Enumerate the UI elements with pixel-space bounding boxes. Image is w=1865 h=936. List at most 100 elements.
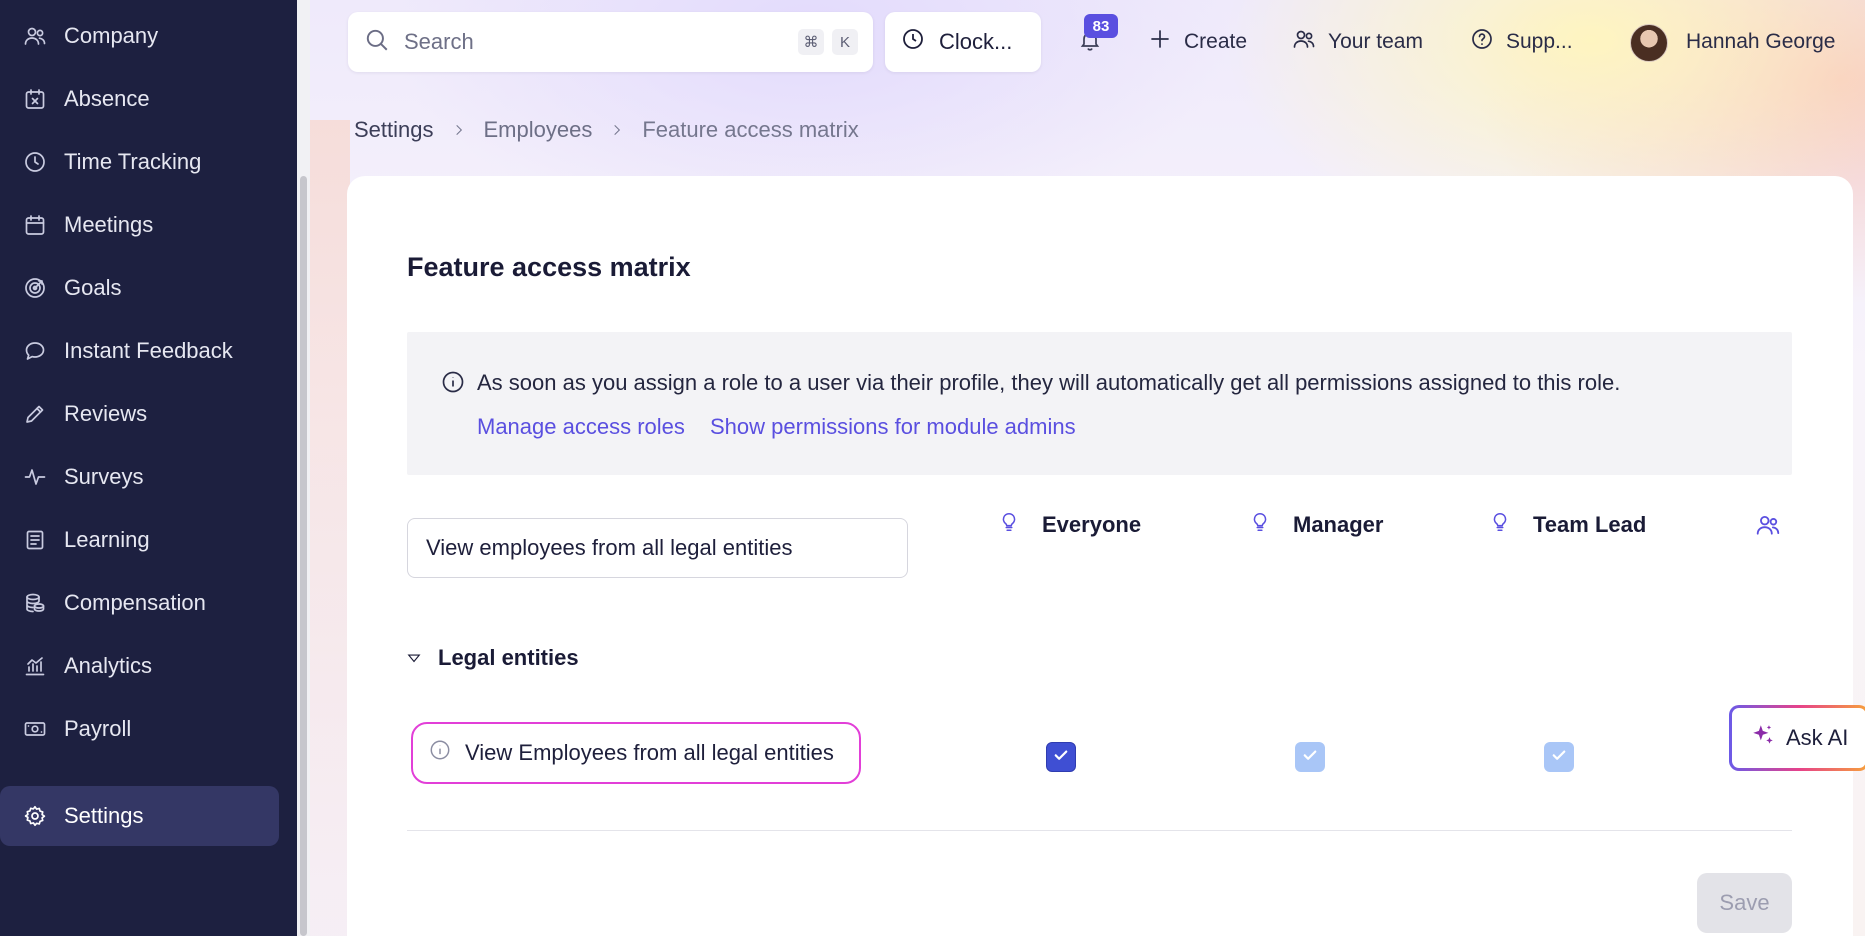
coins-icon bbox=[22, 590, 48, 616]
sidebar-item-meetings[interactable]: Meetings bbox=[0, 195, 279, 255]
checkbox-team-lead[interactable] bbox=[1544, 742, 1574, 772]
sidebar-item-label: Instant Feedback bbox=[64, 338, 233, 363]
info-icon[interactable] bbox=[429, 739, 465, 767]
team-icon bbox=[1292, 27, 1328, 57]
sidebar-item-label: Meetings bbox=[64, 212, 154, 237]
support-label: Supp... bbox=[1506, 30, 1573, 53]
calendar-x-icon bbox=[22, 86, 48, 112]
clock-label: Clock... bbox=[939, 29, 1013, 54]
sidebar-item-reviews[interactable]: Reviews bbox=[0, 384, 279, 444]
check-icon bbox=[1301, 746, 1319, 769]
chevron-down-icon bbox=[407, 645, 438, 671]
chart-icon bbox=[22, 653, 48, 679]
sidebar-item-settings[interactable]: Settings bbox=[0, 786, 279, 846]
sidebar-scrollbar[interactable] bbox=[297, 0, 310, 936]
permission-label: View Employees from all legal entities bbox=[411, 722, 861, 784]
shortcut-key-k: K bbox=[832, 29, 858, 55]
sidebar-item-payroll[interactable]: Payroll bbox=[0, 699, 279, 759]
role-label: Team Lead bbox=[1533, 512, 1647, 537]
sidebar-item-label: Surveys bbox=[64, 464, 144, 489]
sidebar-item-label: Company bbox=[64, 23, 159, 48]
show-module-admin-permissions-link[interactable]: Show permissions for module admins bbox=[710, 414, 1076, 440]
user-name[interactable]: Hannah George bbox=[1686, 30, 1835, 54]
role-header-team-lead: Team Lead bbox=[1489, 510, 1646, 540]
your-team-label: Your team bbox=[1328, 30, 1423, 53]
sidebar-item-instant-feedback[interactable]: Instant Feedback bbox=[0, 321, 279, 381]
sidebar-item-label: Reviews bbox=[64, 401, 148, 426]
sidebar-item-time-tracking[interactable]: Time Tracking bbox=[0, 132, 279, 192]
sidebar-item-company[interactable]: Company bbox=[0, 6, 279, 66]
check-icon bbox=[1550, 746, 1568, 769]
sidebar-item-absence[interactable]: Absence bbox=[0, 69, 279, 129]
help-icon bbox=[1470, 27, 1506, 57]
manage-access-roles-link[interactable]: Manage access roles bbox=[477, 414, 685, 440]
search-box[interactable]: ⌘ K bbox=[348, 12, 873, 72]
breadcrumb-current: Feature access matrix bbox=[642, 117, 859, 142]
sidebar: Company Absence Time Tracking Meetings G… bbox=[0, 0, 297, 936]
pencil-icon bbox=[22, 401, 48, 427]
permission-filter-input[interactable] bbox=[407, 518, 908, 578]
ask-ai-button[interactable]: Ask AI bbox=[1729, 705, 1865, 771]
sidebar-item-surveys[interactable]: Surveys bbox=[0, 447, 279, 507]
sidebar-item-label: Goals bbox=[64, 275, 122, 300]
sidebar-item-label: Compensation bbox=[64, 590, 206, 615]
search-icon bbox=[364, 27, 390, 58]
breadcrumb-settings[interactable]: Settings bbox=[354, 117, 434, 143]
ask-ai-label: Ask AI bbox=[1786, 725, 1849, 750]
search-input[interactable] bbox=[404, 29, 764, 55]
sparkle-icon bbox=[1750, 722, 1786, 754]
gear-icon bbox=[22, 803, 48, 829]
sidebar-item-label: Learning bbox=[64, 527, 150, 552]
info-banner: As soon as you assign a role to a user v… bbox=[407, 332, 1792, 475]
users-icon bbox=[22, 23, 48, 49]
info-icon bbox=[441, 370, 465, 394]
info-text: As soon as you assign a role to a user v… bbox=[477, 370, 1621, 395]
clock-button[interactable]: Clock... bbox=[885, 12, 1041, 72]
clock-icon bbox=[901, 27, 939, 57]
sidebar-item-label: Analytics bbox=[64, 653, 153, 678]
avatar[interactable] bbox=[1630, 24, 1668, 62]
notification-badge: 83 bbox=[1084, 14, 1118, 38]
checkbox-manager[interactable] bbox=[1295, 742, 1325, 772]
shortcut-key-cmd: ⌘ bbox=[798, 29, 824, 55]
your-team-button[interactable]: Your team bbox=[1292, 22, 1423, 62]
role-header-everyone: Everyone bbox=[998, 510, 1141, 540]
sidebar-item-learning[interactable]: Learning bbox=[0, 510, 279, 570]
clock-icon bbox=[22, 149, 48, 175]
chevron-right-icon bbox=[452, 117, 466, 143]
pulse-icon bbox=[22, 464, 48, 490]
chat-bubble-icon bbox=[22, 338, 48, 364]
group-label: Legal entities bbox=[438, 645, 579, 670]
banknote-icon bbox=[22, 716, 48, 742]
group-role-icon bbox=[1754, 512, 1784, 540]
legal-entities-group-toggle[interactable]: Legal entities bbox=[407, 643, 579, 673]
sidebar-item-analytics[interactable]: Analytics bbox=[0, 636, 279, 696]
breadcrumb-employees[interactable]: Employees bbox=[484, 117, 593, 143]
calendar-icon bbox=[22, 212, 48, 238]
support-button[interactable]: Supp... bbox=[1470, 22, 1573, 62]
sidebar-item-label: Absence bbox=[64, 86, 150, 111]
create-label: Create bbox=[1184, 30, 1248, 53]
lightbulb-icon bbox=[1249, 511, 1293, 539]
row-divider bbox=[407, 830, 1792, 831]
sidebar-item-compensation[interactable]: Compensation bbox=[0, 573, 279, 633]
lightbulb-icon bbox=[1489, 511, 1533, 539]
role-label: Everyone bbox=[1042, 512, 1142, 537]
book-icon bbox=[22, 527, 48, 553]
sidebar-item-label: Time Tracking bbox=[64, 149, 202, 174]
create-button[interactable]: Create bbox=[1148, 22, 1247, 62]
plus-icon bbox=[1148, 27, 1184, 57]
check-icon bbox=[1052, 746, 1070, 769]
save-button[interactable]: Save bbox=[1697, 873, 1792, 933]
lightbulb-icon bbox=[998, 511, 1042, 539]
scrollbar-thumb[interactable] bbox=[300, 176, 307, 936]
page-title: Feature access matrix bbox=[407, 252, 691, 282]
sidebar-item-goals[interactable]: Goals bbox=[0, 258, 279, 318]
breadcrumb: Settings Employees Feature access matrix bbox=[354, 115, 859, 145]
sidebar-item-label: Payroll bbox=[64, 716, 132, 741]
role-label: Manager bbox=[1293, 512, 1384, 537]
target-icon bbox=[22, 275, 48, 301]
permission-text: View Employees from all legal entities bbox=[465, 740, 834, 765]
chevron-right-icon bbox=[610, 117, 624, 143]
checkbox-everyone[interactable] bbox=[1046, 742, 1076, 772]
